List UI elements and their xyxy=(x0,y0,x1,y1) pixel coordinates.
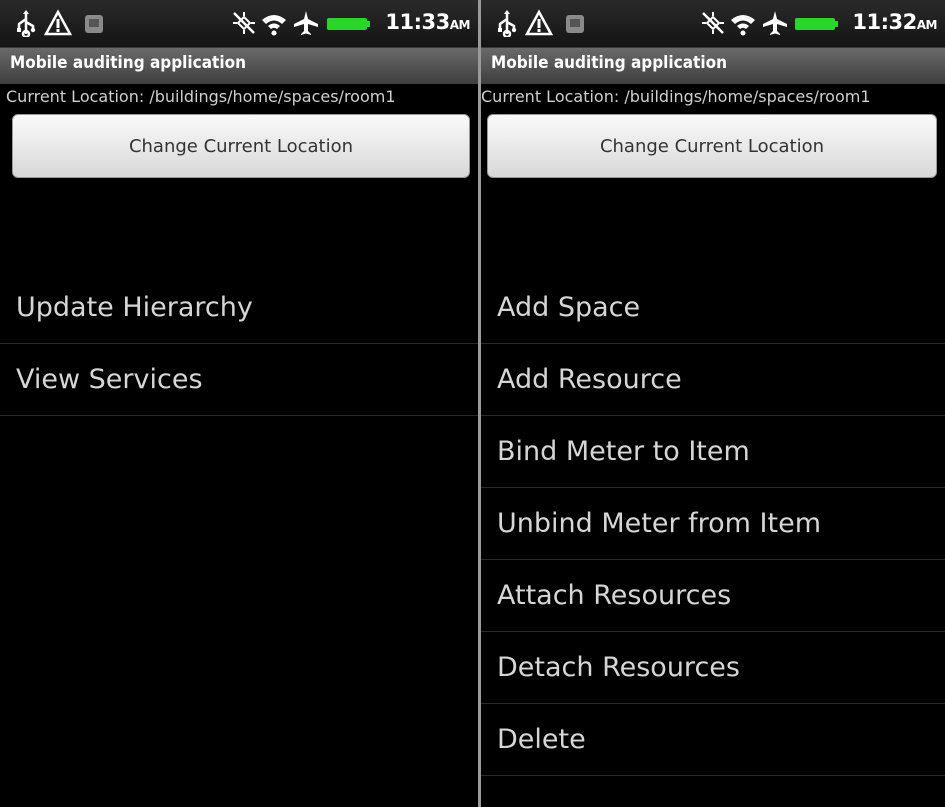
phone-screen-left: 11:33AM Mobile auditing application Curr… xyxy=(0,0,478,807)
status-bar: 11:32AM xyxy=(481,0,945,48)
change-location-button[interactable]: Change Current Location xyxy=(12,114,470,178)
airplane-icon xyxy=(294,11,318,35)
status-bar: 11:33AM xyxy=(0,0,478,48)
main-menu: Update Hierarchy View Services xyxy=(0,272,478,416)
menu-item-detach-resources[interactable]: Detach Resources xyxy=(481,632,945,704)
battery-icon xyxy=(795,18,838,30)
current-location-label: Current Location: /buildings/home/spaces… xyxy=(6,87,396,106)
menu-item-add-space[interactable]: Add Space xyxy=(481,272,945,344)
wifi-icon xyxy=(262,15,286,36)
sd-card-icon xyxy=(566,15,584,33)
warning-icon xyxy=(44,9,72,36)
app-title-bar: Mobile auditing application xyxy=(0,48,478,84)
warning-icon xyxy=(525,9,553,36)
menu-item-delete[interactable]: Delete xyxy=(481,704,945,776)
menu-item-attach-resources[interactable]: Attach Resources xyxy=(481,560,945,632)
wifi-icon xyxy=(731,15,755,36)
menu-item-view-services[interactable]: View Services xyxy=(0,344,478,416)
time-value: 11:32 xyxy=(852,10,917,34)
usb-icon xyxy=(17,10,36,37)
status-time: 11:32AM xyxy=(852,10,937,34)
change-location-button[interactable]: Change Current Location xyxy=(487,114,937,178)
app-title: Mobile auditing application xyxy=(491,53,727,73)
resource-menu: Add Space Add Resource Bind Meter to Ite… xyxy=(481,272,945,776)
battery-icon xyxy=(327,18,370,30)
sd-card-icon xyxy=(85,15,103,33)
menu-item-update-hierarchy[interactable]: Update Hierarchy xyxy=(0,272,478,344)
time-ampm: AM xyxy=(449,18,471,32)
menu-item-bind-meter[interactable]: Bind Meter to Item xyxy=(481,416,945,488)
menu-item-unbind-meter[interactable]: Unbind Meter from Item xyxy=(481,488,945,560)
menu-item-add-resource[interactable]: Add Resource xyxy=(481,344,945,416)
status-time: 11:33AM xyxy=(385,10,470,34)
phone-screen-right: 11:32AM Mobile auditing application Curr… xyxy=(481,0,945,807)
current-location-label: Current Location: /buildings/home/spaces… xyxy=(481,87,871,106)
airplane-icon xyxy=(763,11,787,35)
time-ampm: AM xyxy=(916,18,938,32)
gps-off-icon xyxy=(702,12,724,34)
app-title: Mobile auditing application xyxy=(10,53,246,73)
app-title-bar: Mobile auditing application xyxy=(481,48,945,84)
time-value: 11:33 xyxy=(385,10,450,34)
usb-icon xyxy=(498,10,517,37)
gps-off-icon xyxy=(233,12,255,34)
